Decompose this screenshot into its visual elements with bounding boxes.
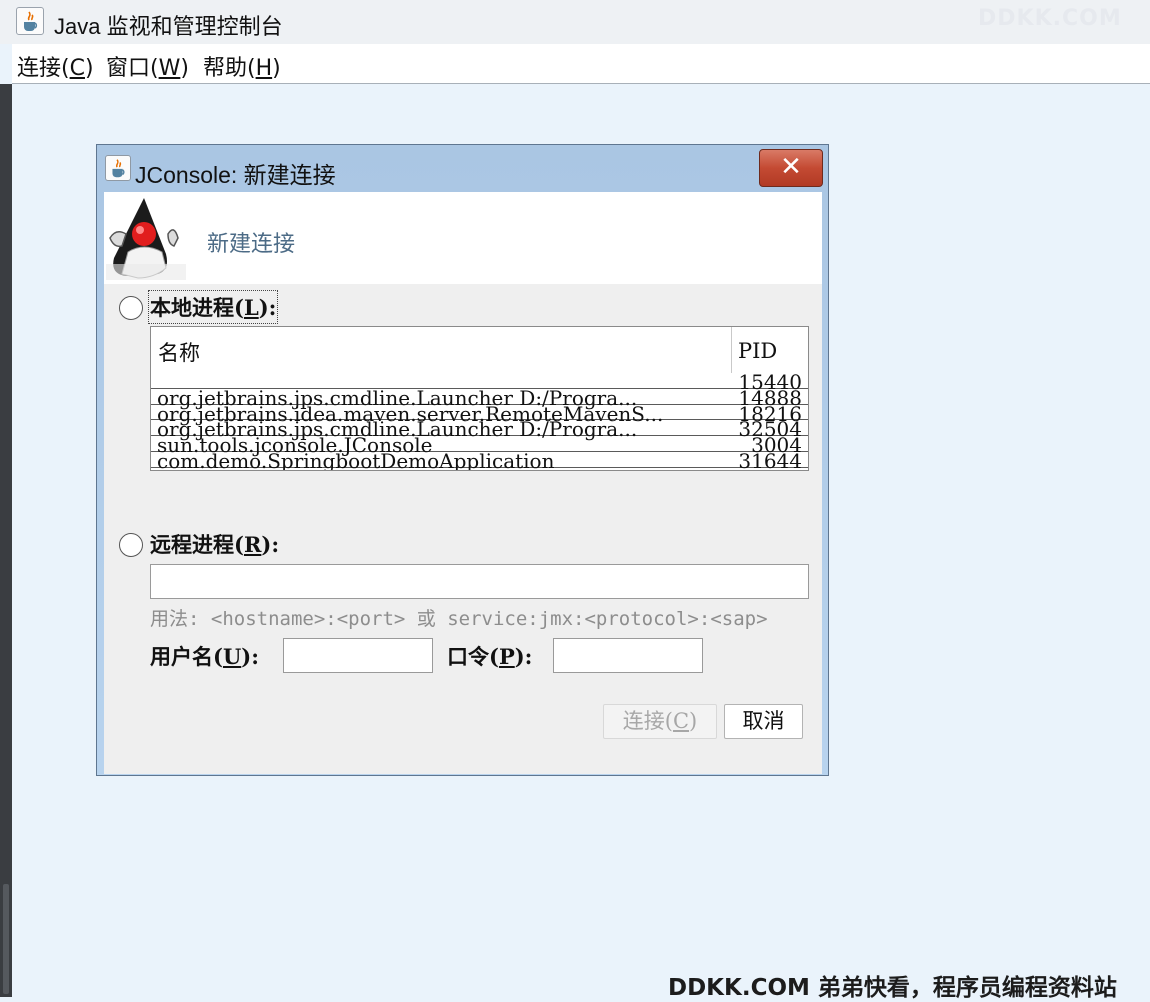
local-process-label[interactable]: 本地进程(L): [147, 290, 279, 324]
password-label: 口令(P): [447, 644, 533, 669]
cancel-button[interactable]: 取消 [724, 704, 803, 739]
watermark-top: DDKK.COM [978, 6, 1122, 31]
app-title: Java 监视和管理控制台 [54, 14, 283, 39]
password-field[interactable] [553, 638, 703, 673]
column-header-pid[interactable]: PID [732, 327, 808, 373]
scroll-thumb[interactable] [3, 884, 9, 994]
local-process-radio[interactable] [119, 296, 143, 320]
java-cup-icon [16, 7, 44, 35]
dialog-title-bar[interactable]: JConsole: 新建连接 [105, 149, 755, 188]
duke-mascot-icon [104, 194, 186, 282]
menu-window[interactable]: 窗口(W) [106, 50, 189, 82]
username-label: 用户名(U): [150, 644, 259, 669]
java-cup-icon [105, 155, 131, 181]
remote-url-input[interactable] [150, 564, 809, 599]
menu-bar: 连接(C) 窗口(W) 帮助(H) [12, 44, 1150, 84]
dialog-header: 新建连接 [104, 192, 822, 284]
remote-process-radio[interactable] [119, 533, 143, 557]
connect-button[interactable]: 连接(C) [603, 704, 717, 739]
remote-process-label[interactable]: 远程进程(R): [150, 529, 279, 559]
header-title: 新建连接 [207, 232, 296, 257]
new-connection-dialog: JConsole: 新建连接 ✕ 新建连接 本地进程(L): 名称 PID 15… [96, 144, 829, 776]
username-field[interactable] [283, 638, 433, 673]
menu-connection[interactable]: 连接(C) [17, 50, 94, 82]
column-header-name[interactable]: 名称 [151, 327, 732, 373]
dialog-title: JConsole: 新建连接 [135, 162, 336, 188]
left-edge-strip [0, 84, 12, 997]
table-body: 15440 org.jetbrains.jps.cmdline.Launcher… [151, 370, 808, 470]
usage-hint: 用法: <hostname>:<port> 或 service:jmx:<pro… [150, 608, 768, 630]
local-process-table: 名称 PID 15440 org.jetbrains.jps.cmdline.L… [150, 326, 809, 471]
table-row[interactable]: com.demo.SpringbootDemoApplication 31644 [151, 449, 808, 470]
close-icon: ✕ [780, 152, 802, 182]
dialog-content: 新建连接 本地进程(L): 名称 PID 15440 org.jetbrains… [104, 192, 822, 774]
app-title-bar: Java 监视和管理控制台 DDKK.COM [0, 0, 1150, 44]
close-button[interactable]: ✕ [759, 149, 823, 187]
menu-help[interactable]: 帮助(H) [203, 50, 281, 82]
